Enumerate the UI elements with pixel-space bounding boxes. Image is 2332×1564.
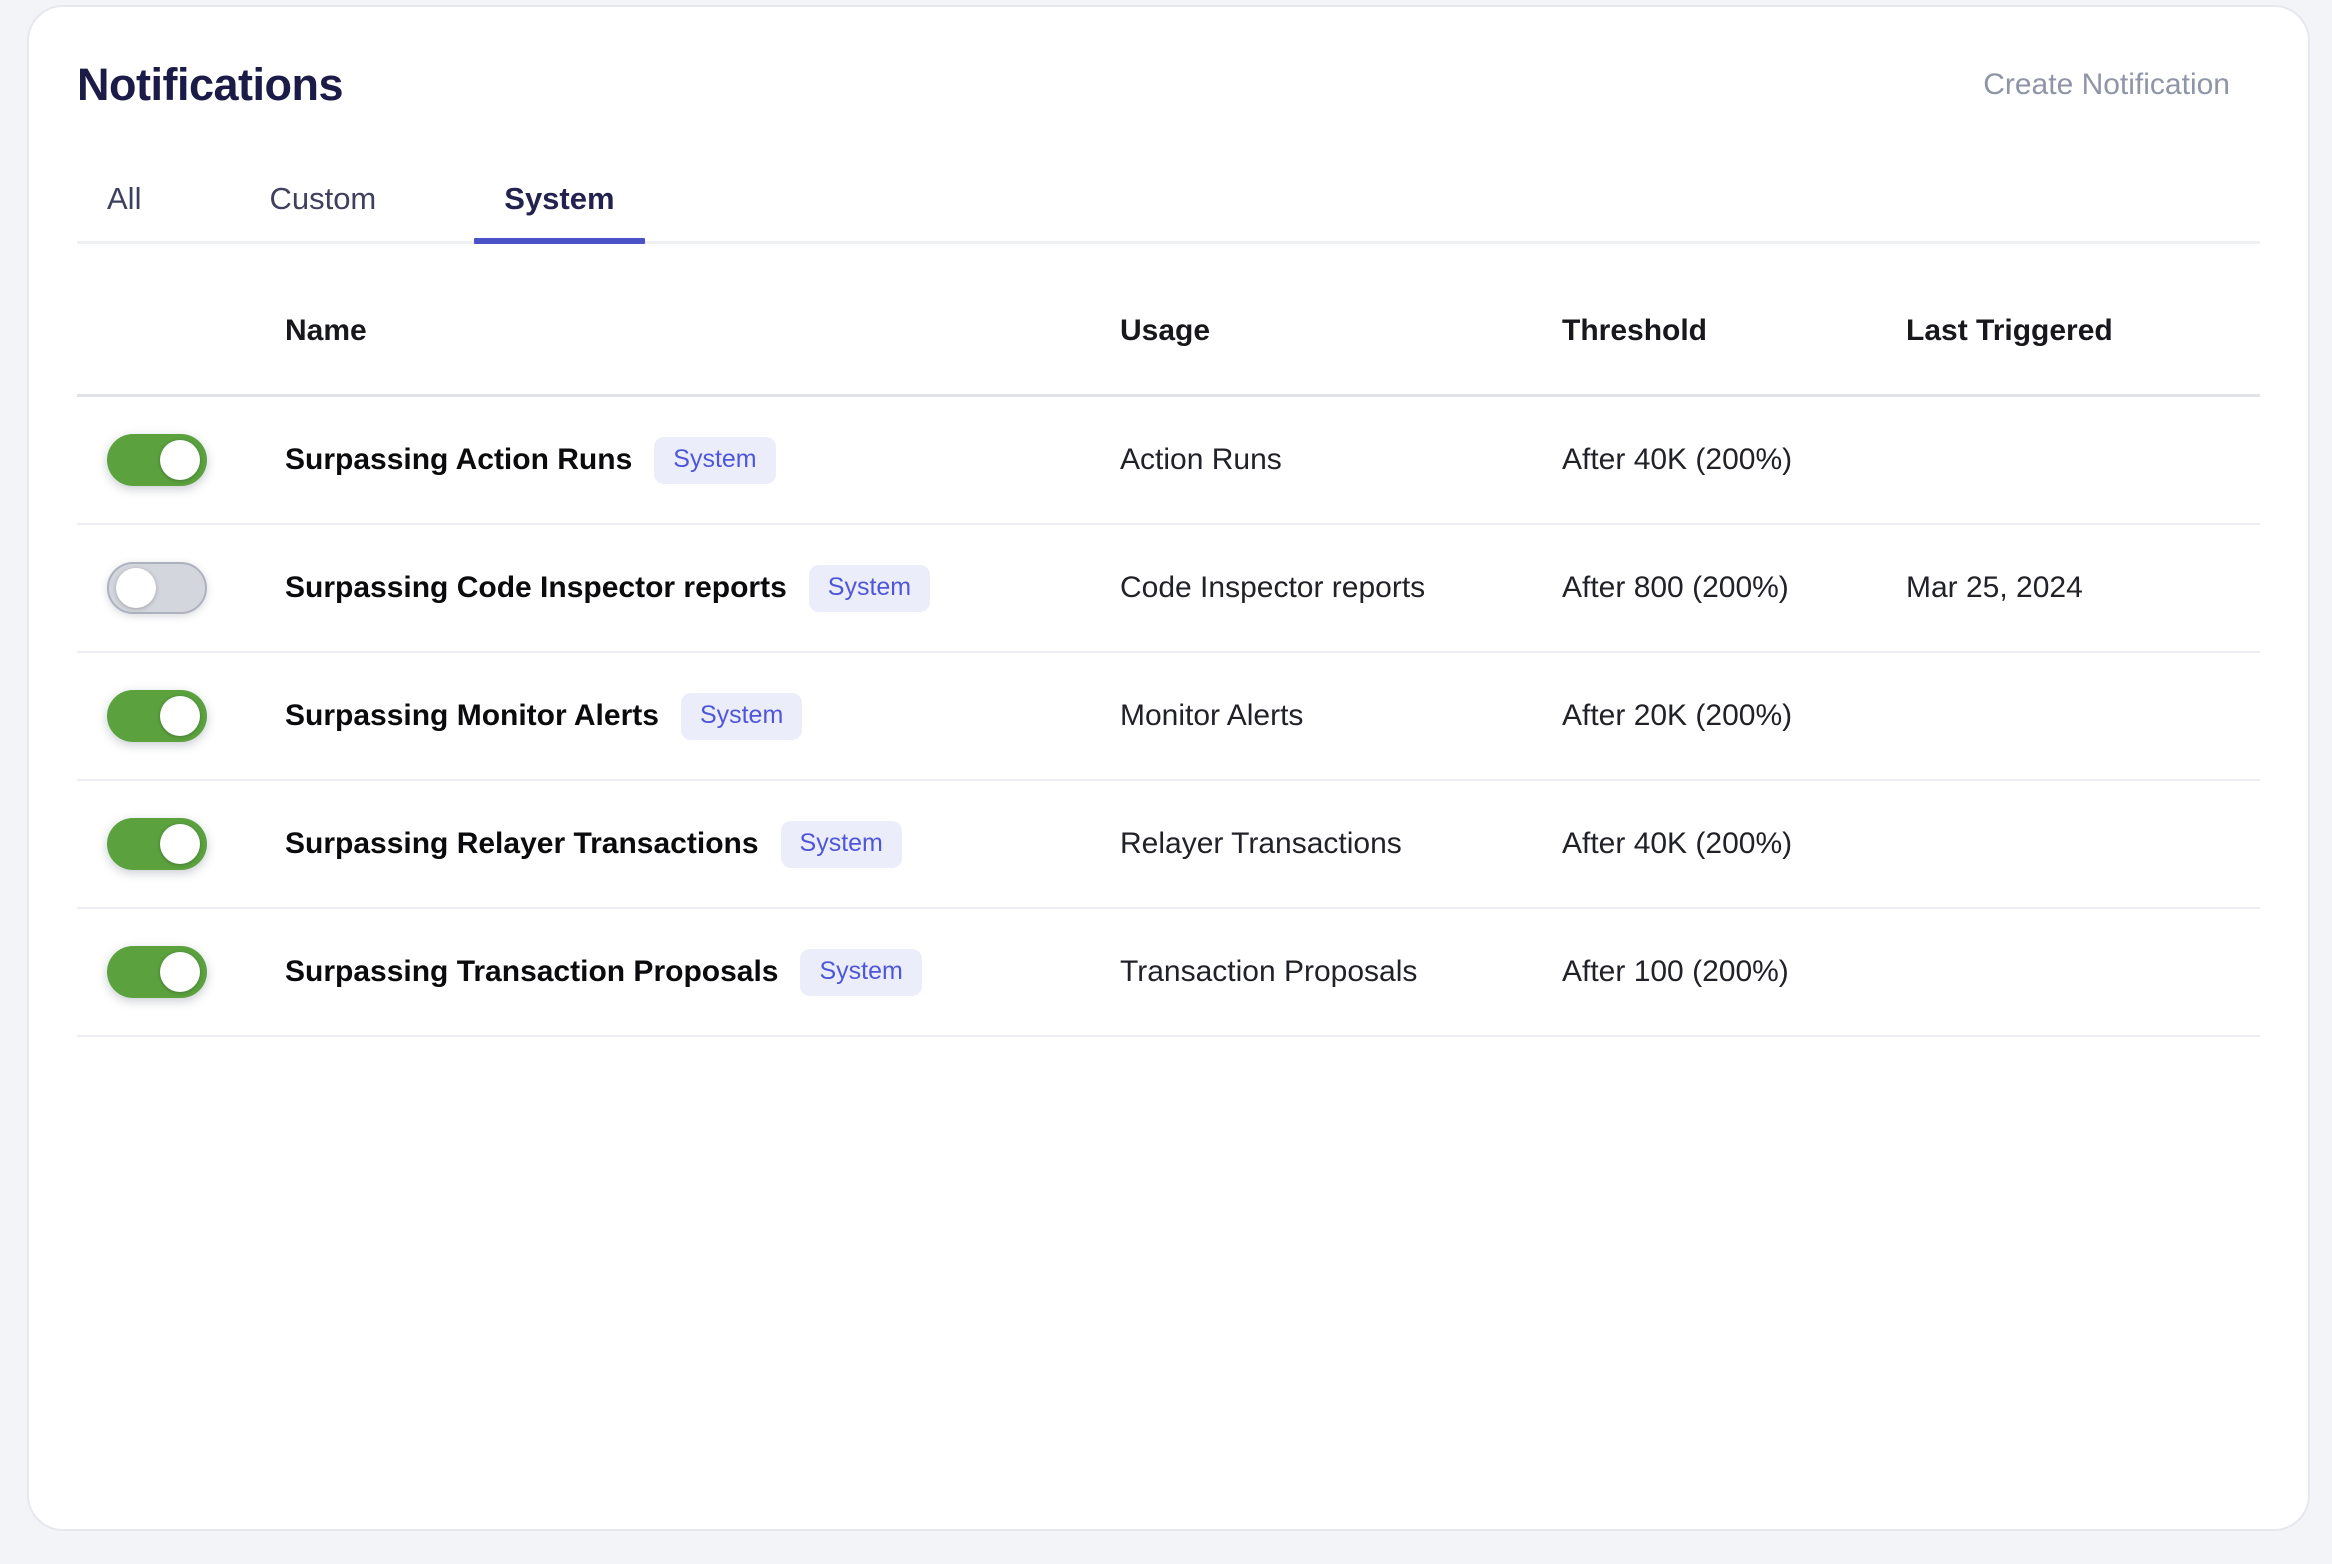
column-header-name: Name bbox=[285, 314, 367, 347]
name-cell: Surpassing Monitor Alerts System bbox=[285, 692, 1120, 740]
create-notification-button[interactable]: Create Notification bbox=[1983, 68, 2260, 102]
usage-value: Transaction Proposals bbox=[1120, 955, 1418, 988]
tab-bar: All Custom System bbox=[77, 173, 2260, 244]
notification-name: Surpassing Action Runs bbox=[285, 443, 633, 476]
notification-toggle[interactable] bbox=[107, 818, 207, 870]
toggle-cell bbox=[77, 562, 285, 614]
system-badge: System bbox=[680, 692, 803, 740]
toggle-knob bbox=[116, 568, 156, 608]
toggle-cell bbox=[77, 690, 285, 742]
tab-all[interactable]: All bbox=[77, 173, 171, 241]
threshold-value: After 100 (200%) bbox=[1562, 955, 1789, 988]
usage-value: Action Runs bbox=[1120, 443, 1282, 476]
usage-value: Code Inspector reports bbox=[1120, 571, 1426, 604]
usage-value: Monitor Alerts bbox=[1120, 699, 1304, 732]
tab-custom[interactable]: Custom bbox=[239, 173, 406, 241]
notification-name: Surpassing Code Inspector reports bbox=[285, 571, 787, 604]
toggle-cell bbox=[77, 818, 285, 870]
system-badge: System bbox=[780, 820, 902, 868]
table-row: Surpassing Transaction Proposals System … bbox=[77, 909, 2260, 1037]
notifications-card: Notifications Create Notification All Cus… bbox=[27, 5, 2310, 1531]
notification-toggle[interactable] bbox=[107, 690, 207, 742]
column-header-threshold: Threshold bbox=[1562, 314, 1708, 347]
table-row: Surpassing Code Inspector reports System… bbox=[77, 525, 2260, 653]
notification-name: Surpassing Relayer Transactions bbox=[285, 827, 759, 860]
usage-value: Relayer Transactions bbox=[1120, 827, 1402, 860]
system-badge: System bbox=[654, 436, 776, 484]
name-cell: Surpassing Action Runs System bbox=[285, 436, 1120, 484]
threshold-value: After 20K (200%) bbox=[1562, 699, 1793, 732]
toggle-cell bbox=[77, 946, 285, 998]
system-badge: System bbox=[800, 948, 922, 996]
column-header-last-triggered: Last Triggered bbox=[1906, 314, 2113, 347]
notification-toggle[interactable] bbox=[107, 562, 207, 614]
threshold-value: After 40K (200%) bbox=[1562, 827, 1793, 860]
toggle-cell bbox=[77, 434, 285, 486]
name-cell: Surpassing Relayer Transactions System bbox=[285, 820, 1120, 868]
page-title: Notifications bbox=[77, 59, 344, 110]
toggle-knob bbox=[160, 440, 200, 480]
system-badge: System bbox=[808, 564, 931, 612]
table-header-row: Name Usage Threshold Last Triggered bbox=[77, 244, 2260, 397]
notification-toggle[interactable] bbox=[107, 946, 207, 998]
tab-system[interactable]: System bbox=[474, 173, 645, 244]
last-triggered-value: Mar 25, 2024 bbox=[1906, 571, 2083, 604]
threshold-value: After 40K (200%) bbox=[1562, 443, 1793, 476]
table-row: Surpassing Relayer Transactions System R… bbox=[77, 781, 2260, 909]
threshold-value: After 800 (200%) bbox=[1562, 571, 1789, 604]
notification-name: Surpassing Transaction Proposals bbox=[285, 955, 779, 988]
notification-name: Surpassing Monitor Alerts bbox=[285, 699, 659, 732]
toggle-knob bbox=[160, 696, 200, 736]
toggle-knob bbox=[160, 952, 200, 992]
notification-toggle[interactable] bbox=[107, 434, 207, 486]
column-header-usage: Usage bbox=[1120, 314, 1211, 347]
table-body: Surpassing Action Runs System Action Run… bbox=[77, 397, 2260, 1037]
card-header: Notifications Create Notification bbox=[77, 59, 2260, 111]
table-row: Surpassing Monitor Alerts System Monitor… bbox=[77, 653, 2260, 781]
table-row: Surpassing Action Runs System Action Run… bbox=[77, 397, 2260, 525]
toggle-knob bbox=[160, 824, 200, 864]
name-cell: Surpassing Code Inspector reports System bbox=[285, 564, 1120, 612]
name-cell: Surpassing Transaction Proposals System bbox=[285, 948, 1120, 996]
